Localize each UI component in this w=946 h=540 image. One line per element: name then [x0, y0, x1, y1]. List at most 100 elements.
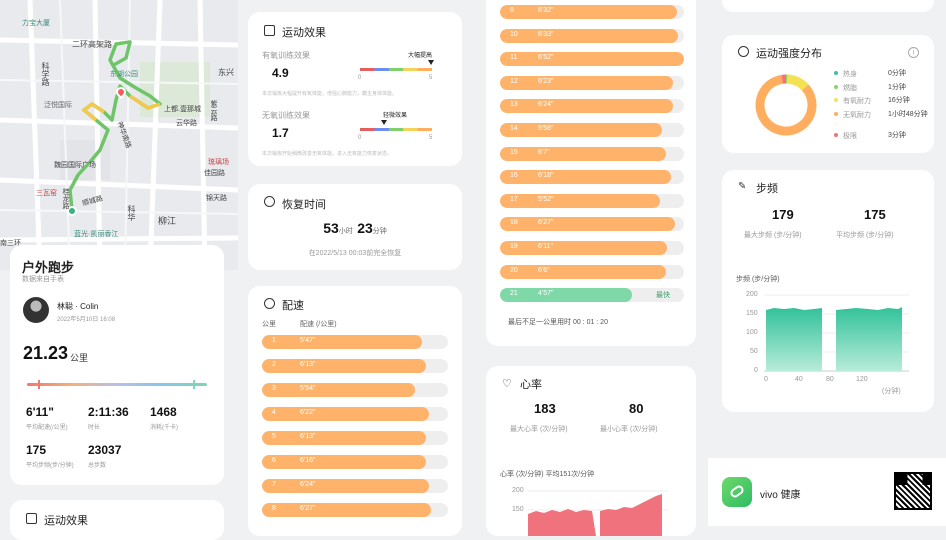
pace-row: 196'11": [500, 241, 684, 255]
cadence-title: 步频: [756, 180, 778, 196]
cadence-y-tick: 150: [746, 310, 758, 317]
map-label: 锦天路: [206, 193, 227, 203]
pace-value: 6'22": [300, 409, 316, 416]
scale-max: 5: [429, 135, 432, 141]
hr-title: 心率: [520, 376, 542, 392]
column-pace-hr: 96'32"106'33"116'52"126'23"136'24"145'58…: [486, 0, 696, 526]
summary-card: 户外跑步 数据来自手表 林聪 · Colin 2022年5月10日 16:08 …: [10, 245, 224, 485]
pie-icon: [738, 46, 749, 57]
cadence-max: 179: [772, 207, 794, 222]
pace-bar-fill: [262, 359, 426, 373]
qr-code-icon[interactable]: [894, 472, 932, 510]
aerobic-label: 有氧训练效果: [262, 50, 310, 61]
pace-row: 15'47": [262, 335, 448, 349]
pace-row: 46'22": [262, 407, 448, 421]
mins-unit: 分钟: [373, 228, 387, 235]
heart-rate-card: ♡ 心率 183 最大心率 (次/分钟) 80 最小心率 (次/分钟) 心率 (…: [486, 366, 696, 536]
anaerobic-value: 1.7: [272, 126, 289, 140]
brand-name: vivo 健康: [760, 486, 801, 501]
recovery-title: 恢复时间: [282, 196, 326, 212]
pace-bar-fill: [500, 241, 667, 255]
pace-bar-fill: [500, 288, 632, 302]
distance-value: 21.23: [23, 343, 68, 364]
stat-value: 23037: [88, 443, 121, 457]
hr-max: 183: [534, 401, 556, 416]
cadence-x-tick: 120: [856, 376, 868, 383]
pace-value: 6'6": [538, 267, 550, 274]
pace-value: 6'27": [300, 505, 316, 512]
pace-marker: [38, 380, 40, 389]
legend-name: 有氧耐力: [843, 96, 871, 106]
pace-value: 5'54": [300, 385, 316, 392]
cadence-max-label: 最大步频 (步/分钟): [744, 230, 802, 240]
pace-row: 214'57"最快: [500, 288, 684, 302]
pace-km: 11: [510, 54, 517, 61]
pace-bar-fill: [500, 194, 660, 208]
cadence-chart: [764, 294, 914, 374]
recovery-mins: 23: [357, 220, 373, 236]
pace-row: 86'27": [262, 503, 448, 517]
hr-min-label: 最小心率 (次/分钟): [600, 424, 658, 434]
cadence-x-tick: 80: [826, 376, 834, 383]
pace-bar-fill: [500, 147, 666, 161]
pace-km: 2: [272, 361, 276, 368]
legend-dot: [834, 112, 838, 116]
map-label: 云华路: [176, 118, 197, 128]
pace-bar-fill: [500, 170, 671, 184]
pace-row: 96'32": [500, 5, 684, 19]
pace-value: 4'57": [538, 290, 554, 297]
clock-icon: [264, 196, 275, 207]
cadence-card: ✎ 步频 179 最大步频 (步/分钟) 175 平均步频 (步/分钟) 步频 …: [722, 170, 934, 412]
pace-km: 12: [510, 78, 518, 85]
pace-km: 13: [510, 101, 518, 108]
pace-value: 6'24": [300, 481, 316, 488]
pace-title: 配速: [282, 297, 304, 313]
cadence-y-tick: 0: [754, 367, 758, 374]
map-label: 二环高架路: [72, 39, 112, 50]
recovery-time: 53小时 23分钟: [248, 220, 462, 238]
map-label: 琉璃场: [208, 157, 229, 167]
data-source: 数据来自手表: [22, 274, 64, 284]
stat-item: 1468 消耗(千卡): [150, 405, 178, 431]
route-map[interactable]: 力宝大厦 二环高架路 东湖公园 东兴 科学路 泛悦国际 上都.壹那城 云华路 神…: [0, 0, 238, 270]
legend-name: 无氧耐力: [843, 110, 871, 120]
pace-km: 17: [510, 196, 518, 203]
map-label: 泛悦国际: [44, 100, 72, 110]
anaerobic-tag: 轻微效果: [383, 110, 407, 119]
pace-bar-fill: [262, 335, 422, 349]
recovery-card: 恢复时间 53小时 23分钟 在2022/5/13 00:03前完全恢复: [248, 184, 462, 270]
pace-row: 186'27": [500, 217, 684, 231]
hr-y-tick: 150: [512, 506, 524, 513]
top-card-cut: [722, 0, 934, 12]
heart-rate-icon: ♡: [502, 377, 512, 390]
stat-label: 总步数: [88, 460, 121, 469]
map-label: 东兴: [218, 67, 234, 78]
pace-value: 5'58": [538, 125, 554, 132]
stat-item: 23037 总步数: [88, 443, 121, 469]
stat-label: 平均步频(步/分钟): [26, 460, 74, 469]
pace-km: 9: [510, 7, 514, 14]
cadence-x-unit: (分钟): [882, 386, 901, 396]
effect-card: 运动效果 有氧训练效果 4.9 大幅提高 0 5 本次锻炼大幅提升有氧体能，增强…: [248, 12, 462, 166]
scale-max: 5: [429, 75, 432, 81]
info-icon[interactable]: i: [908, 47, 919, 58]
pace-row: 175'52": [500, 194, 684, 208]
stat-label: 平均配速(/公里): [26, 422, 68, 431]
stat-item: 2:11:36 时长: [88, 405, 129, 431]
clipboard-icon: [26, 513, 37, 524]
anaerobic-pointer-icon: [381, 120, 387, 125]
pace-value: 6'52": [538, 54, 554, 61]
cadence-chart-label: 步频 (步/分钟): [736, 274, 780, 284]
avatar[interactable]: [23, 297, 49, 323]
legend-dot: [834, 133, 838, 137]
pace-row: 35'54": [262, 383, 448, 397]
pace-bar-fill: [500, 29, 678, 43]
pace-value: 6'13": [300, 433, 316, 440]
pace-bar-fill: [262, 407, 429, 421]
anaerobic-label: 无氧训练效果: [262, 110, 310, 121]
stat-value: 6'11": [26, 405, 68, 419]
aerobic-desc: 本次锻炼大幅提升有氧体能，增强心肺能力，霸主身体体能。: [262, 90, 397, 97]
map-label: 力宝大厦: [22, 18, 50, 28]
column-intensity: 运动强度分布 i 热身0分钟燃脂1分钟有氧耐力16分钟无氧耐力1小时48分钟极限…: [722, 0, 934, 526]
cadence-y-tick: 200: [746, 291, 758, 298]
